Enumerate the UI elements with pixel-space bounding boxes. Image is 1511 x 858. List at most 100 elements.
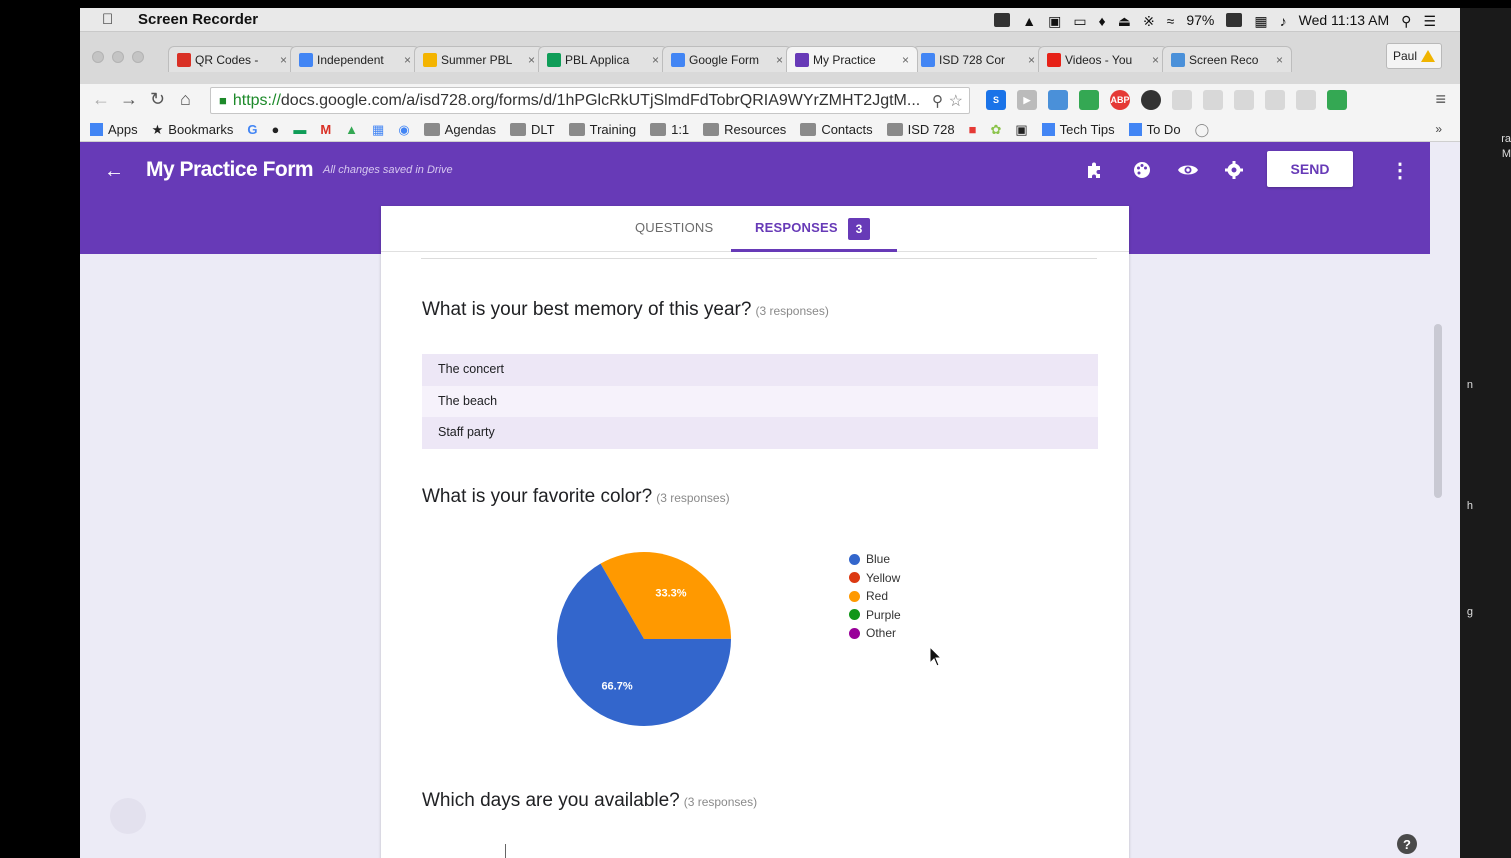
close-tab-icon[interactable]: × <box>902 53 909 67</box>
close-tab-icon[interactable]: × <box>776 53 783 67</box>
apple-menu-icon[interactable]:  <box>102 11 113 28</box>
close-tab-icon[interactable]: × <box>404 53 411 67</box>
menu-extra-icon[interactable] <box>994 13 1011 27</box>
eject-icon[interactable]: ⏏ <box>1118 13 1131 29</box>
pie-chart: 33.3% 66.7% <box>556 551 732 732</box>
close-tab-icon[interactable]: × <box>1276 53 1283 67</box>
battery-percent[interactable]: 97% <box>1186 12 1214 28</box>
address-bar[interactable]: ■ https:// docs.google.com/a/isd728.org/… <box>210 87 970 114</box>
bookmark-resources[interactable]: Resources <box>703 122 786 137</box>
bookmark-agendas[interactable]: Agendas <box>423 122 496 137</box>
browser-tab[interactable]: QR Codes - × <box>168 46 296 72</box>
bookmark-one-to-one[interactable]: 1:1 <box>650 122 689 137</box>
more-options-icon[interactable]: ⋮ <box>1390 158 1410 183</box>
zoom-icon[interactable]: ⚲ <box>932 92 943 110</box>
page-scrollbar[interactable] <box>1434 324 1442 498</box>
bluetooth-icon[interactable]: ※ <box>1143 13 1155 29</box>
addons-puzzle-icon[interactable] <box>1083 158 1107 182</box>
bookmark-apps[interactable]: Apps <box>90 122 138 137</box>
minimize-window-button[interactable] <box>112 51 124 63</box>
tab-title: Screen Reco <box>1189 52 1259 67</box>
bookmark-calendar-icon[interactable]: ▦ <box>372 122 384 138</box>
profile-button[interactable]: Paul <box>1385 43 1442 69</box>
send-button[interactable]: SEND <box>1267 151 1353 187</box>
reload-icon[interactable]: ↻ <box>150 89 165 110</box>
tab-responses[interactable]: RESPONSES <box>755 220 838 235</box>
form-card: QUESTIONS RESPONSES 3 What is your best … <box>381 206 1129 858</box>
bookmark-gmail-icon[interactable]: M <box>320 122 331 137</box>
bookmark-flipboard-icon[interactable]: ■ <box>969 122 977 137</box>
extension-g-icon[interactable] <box>1296 90 1316 110</box>
browser-tab[interactable]: ISD 728 Cor × <box>912 46 1044 72</box>
bookmark-isd728[interactable]: ISD 728 <box>886 122 955 137</box>
bookmark-loading-icon[interactable]: ◯ <box>1195 122 1210 138</box>
extension-drive-icon[interactable] <box>1079 90 1099 110</box>
bookmark-contacts[interactable]: Contacts <box>800 122 873 137</box>
extension-grey-icon[interactable] <box>1172 90 1192 110</box>
bookmark-dlt[interactable]: DLT <box>510 122 555 137</box>
bookmark-drive-icon[interactable]: ▲ <box>345 122 358 137</box>
close-tab-icon[interactable]: × <box>1028 53 1035 67</box>
bookmark-s-icon[interactable]: ● <box>271 122 279 137</box>
bookmark-tech-tips[interactable]: Tech Tips <box>1041 122 1115 137</box>
extension-dark-icon[interactable] <box>1141 90 1161 110</box>
extension-c-icon[interactable] <box>1203 90 1223 110</box>
extension-clock-icon[interactable] <box>1234 90 1254 110</box>
forward-arrow-icon[interactable]: → <box>120 89 138 110</box>
extension-tab-icon[interactable] <box>1048 90 1068 110</box>
folder-icon <box>886 123 903 136</box>
chart-axis-line <box>505 844 506 858</box>
wifi-icon[interactable]: ≈ <box>1167 13 1175 29</box>
bookmark-training[interactable]: Training <box>568 122 636 137</box>
back-arrow-icon[interactable]: ← <box>92 89 110 110</box>
browser-tab[interactable]: Independent × <box>290 46 420 72</box>
zoom-window-button[interactable] <box>132 51 144 63</box>
chrome-menu-icon[interactable]: ≡ <box>1435 89 1446 110</box>
bookmark-plant-icon[interactable]: ✿ <box>990 122 1001 138</box>
bookmark-to-do[interactable]: To Do <box>1128 122 1181 137</box>
binoculars-icon[interactable]: ♦ <box>1099 13 1106 29</box>
screenshot-icon[interactable]: ▣ <box>1048 13 1061 29</box>
browser-tab[interactable]: Summer PBL × <box>414 46 544 72</box>
question-title-days: Which days are you available? (3 response… <box>422 790 758 811</box>
url-scheme: https:// <box>232 91 281 109</box>
close-tab-icon[interactable]: × <box>528 53 535 67</box>
settings-gear-icon[interactable] <box>1222 158 1246 182</box>
close-tab-icon[interactable]: × <box>1152 53 1159 67</box>
bookmark-circle-icon[interactable]: ◉ <box>398 122 409 138</box>
battery-icon[interactable] <box>1226 13 1243 27</box>
volume-icon[interactable]: ♪ <box>1280 13 1287 29</box>
airplay-icon[interactable]: ▭ <box>1073 13 1086 29</box>
notification-center-icon[interactable]: ☰ <box>1423 13 1436 29</box>
home-icon[interactable]: ⌂ <box>180 89 191 110</box>
color-palette-icon[interactable] <box>1130 158 1154 182</box>
extension-s-icon[interactable]: S <box>986 90 1006 110</box>
close-window-button[interactable] <box>92 51 104 63</box>
browser-tab[interactable]: Videos - You × <box>1038 46 1168 72</box>
browser-tab[interactable]: PBL Applica × <box>538 46 668 72</box>
bookmark-dark-icon[interactable]: ▣ <box>1015 122 1027 138</box>
bookmark-bookmarks[interactable]: ★ Bookmarks <box>152 122 234 138</box>
read-aloud-icon[interactable]: ▶ <box>1017 90 1037 110</box>
close-tab-icon[interactable]: × <box>280 53 287 67</box>
close-tab-icon[interactable]: × <box>652 53 659 67</box>
extension-person-icon[interactable] <box>1265 90 1285 110</box>
bookmark-sheets-icon[interactable]: ▬ <box>293 122 306 137</box>
app-name[interactable]: Screen Recorder <box>138 11 258 28</box>
spotlight-search-icon[interactable]: ⚲ <box>1401 13 1411 29</box>
browser-tab[interactable]: My Practice × <box>786 46 918 72</box>
back-arrow-icon[interactable]: ← <box>104 160 124 183</box>
help-icon[interactable]: ? <box>1397 834 1417 854</box>
adblock-icon[interactable]: ABP <box>1110 90 1130 110</box>
extension-green-icon[interactable] <box>1327 90 1347 110</box>
preview-eye-icon[interactable] <box>1176 158 1200 182</box>
bookmark-star-icon[interactable]: ☆ <box>949 91 963 111</box>
tab-questions[interactable]: QUESTIONS <box>635 220 713 235</box>
drive-sync-icon[interactable]: ▲ <box>1022 13 1036 29</box>
clock[interactable]: Wed 11:13 AM <box>1299 12 1390 28</box>
browser-tab[interactable]: Google Form × <box>662 46 792 72</box>
more-bookmarks-button[interactable]: » <box>1435 122 1442 136</box>
bookmark-google-icon[interactable]: G <box>247 122 257 137</box>
input-menu-icon[interactable]: ▦ <box>1254 13 1267 29</box>
browser-tab[interactable]: Screen Reco × <box>1162 46 1292 72</box>
